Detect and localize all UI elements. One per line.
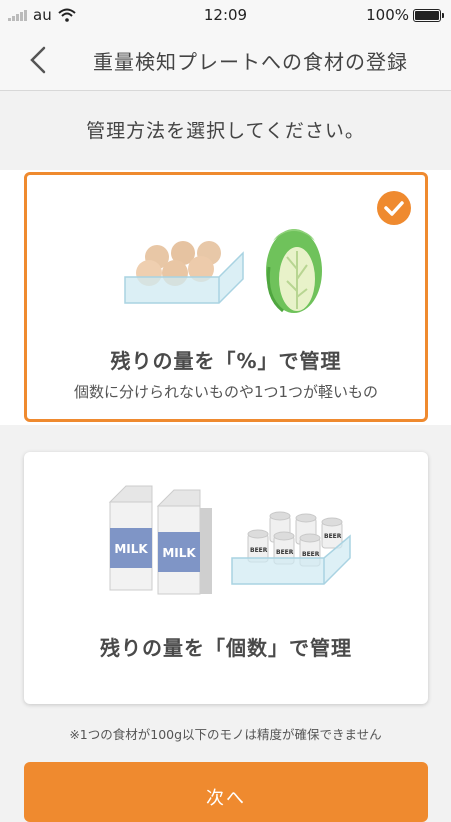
egg-tray-icon (124, 241, 244, 304)
option-count-card[interactable]: MILK MILK BEER BEER BEER BEER 残りの量を「個数」で… (24, 452, 428, 704)
status-bar: au 12:09 100% (0, 0, 451, 30)
page-title: 重量検知プレートへの食材の登録 (93, 50, 408, 74)
can-label-3: BEER (302, 551, 320, 558)
instruction-text: 管理方法を選択してください。 (86, 120, 365, 142)
checkmark-icon (377, 191, 411, 225)
can-label-1: BEER (250, 547, 268, 554)
chevron-left-icon[interactable] (20, 42, 56, 78)
option-percent-card[interactable]: 残りの量を「%」で管理 個数に分けられないものや1つ1つが軽いもの (24, 172, 428, 422)
battery-percent: 100% (366, 6, 409, 24)
milk-carton-icon: MILK MILK (108, 485, 212, 595)
nav-bar: 重量検知プレートへの食材の登録 (0, 30, 451, 91)
beer-can-tray-icon: BEER BEER BEER BEER (231, 511, 351, 585)
status-right: 100% (366, 6, 444, 24)
can-label-4: BEER (324, 533, 342, 540)
cabbage-icon (266, 229, 322, 313)
carton-label-1: MILK (114, 542, 148, 556)
next-button-label: 次へ (206, 788, 246, 809)
option-count-title: 残りの量を「個数」で管理 (100, 636, 352, 660)
option-percent-subtitle: 個数に分けられないものや1つ1つが軽いもの (73, 383, 379, 401)
carton-label-2: MILK (162, 546, 196, 560)
next-button[interactable]: 次へ (24, 762, 428, 822)
option-percent-title: 残りの量を「%」で管理 (110, 349, 342, 373)
precision-note: ※1つの食材が100g以下のモノは精度が確保できません (69, 727, 382, 742)
can-label-2: BEER (276, 549, 294, 556)
battery-icon (413, 8, 444, 22)
